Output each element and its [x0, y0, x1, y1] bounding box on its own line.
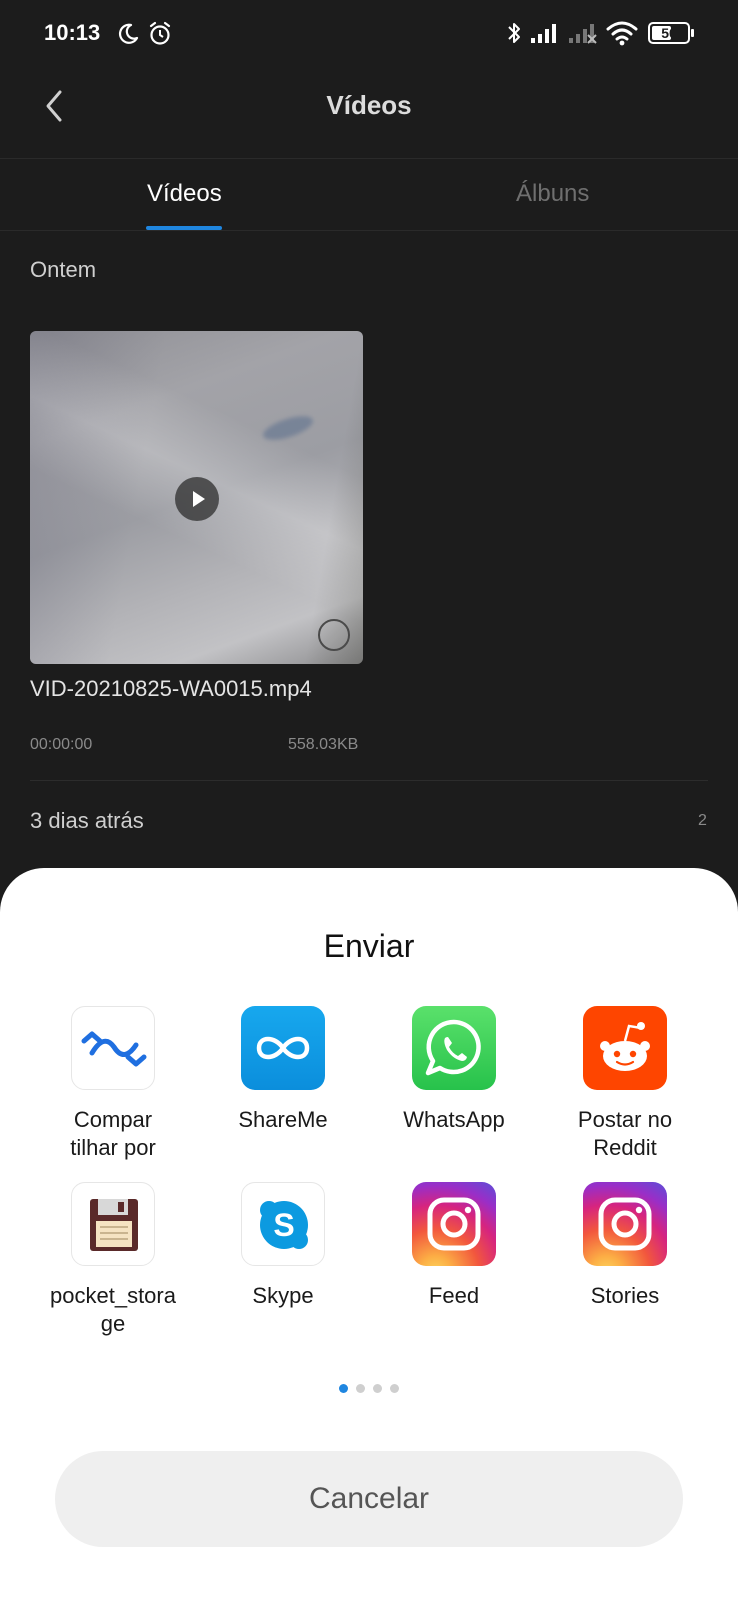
page-title: Vídeos — [326, 90, 412, 120]
video-thumbnail[interactable] — [30, 331, 363, 664]
share-target-instagram-stories[interactable]: Stories — [540, 1182, 710, 1310]
battery-level: 50 — [661, 25, 677, 41]
cancel-button[interactable]: Cancelar — [55, 1451, 683, 1547]
shareme-icon — [241, 1006, 325, 1090]
wifi-icon — [606, 21, 638, 46]
floppy-disk-icon — [71, 1182, 155, 1266]
share-target-label: WhatsApp — [403, 1107, 505, 1132]
moon-icon — [119, 23, 139, 44]
video-file-name: VID-20210825-WA0015.mp4 — [30, 676, 312, 701]
bluetooth-icon — [508, 23, 520, 43]
tab-albums[interactable]: Álbuns — [516, 180, 589, 208]
video-size: 558.03KB — [288, 736, 359, 753]
share-sheet: Enviar Compar tilhar por ShareMe WhatsAp… — [0, 868, 738, 1600]
section-header-yesterday: Ontem — [30, 257, 97, 282]
share-target-label: Skype — [252, 1283, 314, 1308]
page-dot[interactable] — [390, 1384, 399, 1393]
share-target-label: Feed — [428, 1283, 480, 1308]
skype-icon: S — [241, 1182, 325, 1266]
video-duration: 00:00:00 — [30, 736, 93, 753]
page-dot[interactable] — [373, 1384, 382, 1393]
share-target-reddit[interactable]: Postar no Reddit — [540, 1006, 710, 1162]
share-target-label: pocket_stora ge — [50, 1283, 176, 1336]
tabs-divider — [0, 230, 738, 231]
page-indicator — [0, 1380, 738, 1398]
select-checkbox[interactable] — [318, 619, 350, 651]
section-count: 2 — [698, 812, 707, 829]
alarm-icon — [149, 21, 171, 45]
reddit-icon — [583, 1006, 667, 1090]
share-target-label: Compar tilhar por — [70, 1107, 156, 1160]
share-target-label: Stories — [590, 1283, 660, 1308]
svg-text:S: S — [273, 1207, 294, 1243]
signal-no-service-icon — [569, 24, 597, 44]
share-sheet-title: Enviar — [323, 928, 415, 964]
section-header-3-days-ago[interactable]: 3 dias atrás — [30, 808, 144, 834]
signal-icon — [531, 24, 556, 43]
page-dot[interactable] — [356, 1384, 365, 1393]
header-divider — [0, 158, 738, 159]
share-target-shareme[interactable]: ShareMe — [198, 1006, 368, 1134]
clock: 10:13 — [44, 20, 101, 45]
share-target-whatsapp[interactable]: WhatsApp — [369, 1006, 539, 1134]
whatsapp-icon — [412, 1006, 496, 1090]
page-dot[interactable] — [339, 1384, 348, 1393]
share-target-label: Postar no Reddit — [577, 1107, 673, 1160]
play-icon[interactable] — [175, 477, 219, 521]
share-target-instagram-feed[interactable]: Feed — [369, 1182, 539, 1310]
share-link-icon — [71, 1006, 155, 1090]
list-divider — [30, 780, 708, 781]
status-bar: 10:13 50 — [0, 0, 738, 68]
instagram-icon — [583, 1182, 667, 1266]
battery-icon: 50 — [648, 22, 694, 44]
share-target-share-link[interactable]: Compar tilhar por — [28, 1006, 198, 1162]
share-target-skype[interactable]: S Skype — [198, 1182, 368, 1310]
tab-videos[interactable]: Vídeos — [147, 180, 222, 208]
share-target-pocket-storage[interactable]: pocket_stora ge — [28, 1182, 198, 1338]
instagram-icon — [412, 1182, 496, 1266]
share-target-label: ShareMe — [238, 1107, 328, 1132]
